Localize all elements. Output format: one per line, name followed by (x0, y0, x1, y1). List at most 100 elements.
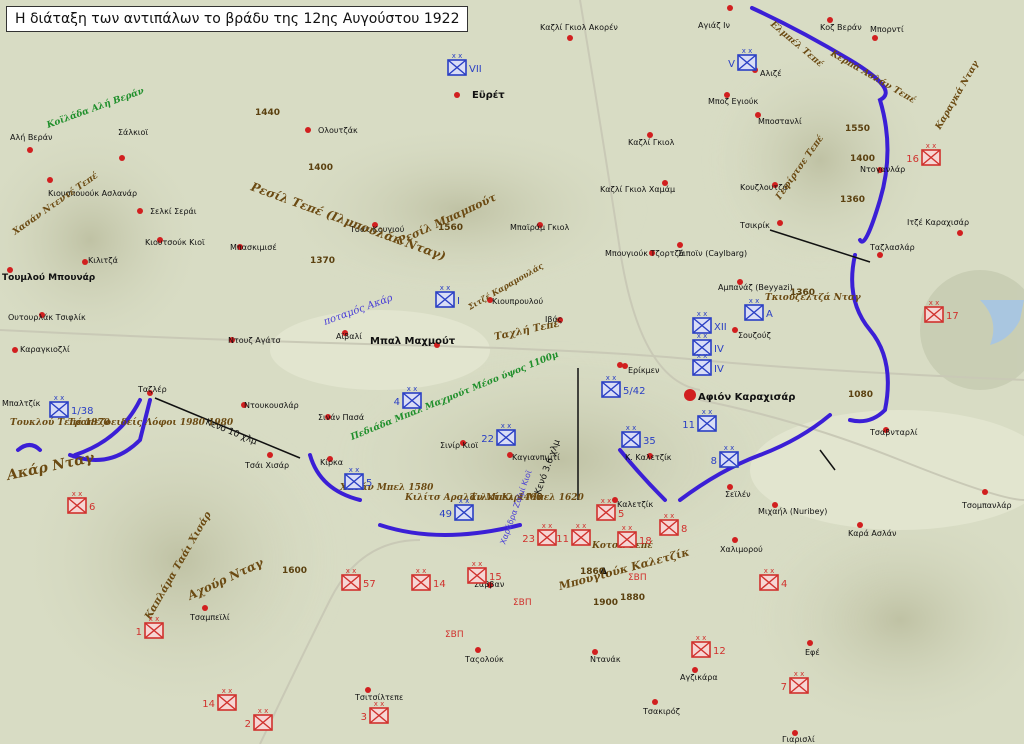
elevation: 1440 (255, 108, 280, 118)
unit-label: 12 (713, 646, 726, 657)
town-label: Ιτζέ Καραχισάρ (907, 217, 969, 227)
svg-text:x x: x x (149, 615, 160, 623)
svg-text:x x: x x (926, 142, 937, 150)
town-label: Μπασκιμισέ (230, 242, 277, 252)
terrain-label: Τιλκί Κιρί Μπελ 1620 (470, 492, 584, 503)
town-label: Αϊβαλί (336, 332, 362, 341)
svg-text:x x: x x (764, 567, 775, 575)
town-label: Μπαϊράμ Γκιολ (510, 223, 569, 232)
town-label: Αγζικάρα (680, 673, 718, 682)
unit-label: 1/38 (71, 406, 93, 417)
unit-label: I (457, 296, 460, 307)
town-label: Τσικρίκ (739, 221, 770, 230)
town-label: Μποστανλί (758, 117, 802, 126)
town-label: Σάλκιοϊ (118, 128, 148, 137)
town-label: Κιουπρουλού (492, 296, 544, 306)
svg-text:x x: x x (374, 700, 385, 708)
town-label: Σινίρ Κιοϊ (440, 441, 478, 450)
town-label: Τσακιρόζ (642, 706, 680, 716)
unit-label: 1 (136, 627, 142, 638)
unit-label: 15 (489, 572, 502, 583)
svg-text:x x: x x (794, 670, 805, 678)
town-label: Τσομπανλάρ (961, 501, 1012, 510)
unit-label: IV (714, 344, 724, 355)
unit-label: IV (714, 364, 724, 375)
unit-label: 3 (361, 712, 367, 723)
unit-label: 5 (366, 478, 372, 489)
elevation: 1400 (308, 163, 333, 173)
town-label: Ταζλέρ (137, 384, 167, 394)
unit-label: 8 (681, 524, 687, 535)
elevation: 1360 (840, 195, 865, 205)
unit-label: 11 (682, 420, 695, 431)
svg-text:x x: x x (697, 332, 708, 340)
town-label: Γιαρισλί (782, 735, 815, 744)
svg-text:x x: x x (542, 522, 553, 530)
town-label: Κ. Καλετζίκ (625, 453, 672, 462)
elevation: 1370 (310, 256, 335, 266)
elevation: 1400 (850, 154, 875, 164)
svg-text:x x: x x (349, 466, 360, 474)
town-label: Εφέ (805, 647, 820, 657)
svg-text:x x: x x (606, 374, 617, 382)
town-label: Ολουτζάκ (318, 126, 358, 135)
svg-text:x x: x x (742, 47, 753, 55)
svg-text:x x: x x (576, 522, 587, 530)
town-label: Καζλί Γκιολ (628, 138, 675, 147)
svg-text:x x: x x (929, 299, 940, 307)
unit-label: 11 (556, 534, 569, 545)
svg-text:x x: x x (416, 567, 427, 575)
elevation: 1560 (438, 223, 463, 233)
unit-label: 17 (946, 311, 959, 322)
town-label: Σεϊλέν (725, 489, 751, 499)
town-label: Μπουγιούκ Τζορτζά (605, 248, 684, 258)
svg-text:x x: x x (702, 408, 713, 416)
unit-label: XII (714, 322, 727, 333)
town-label: Αμπανάζ (Beyyazi) (718, 283, 793, 292)
svg-text:x x: x x (54, 394, 65, 402)
unit-label: 57 (363, 579, 376, 590)
svg-text:x x: x x (749, 297, 760, 305)
unit-label: 8 (711, 456, 717, 467)
svg-text:x x: x x (622, 524, 633, 532)
elevation: 1600 (282, 566, 307, 576)
unit-label: 23 (522, 534, 535, 545)
town-label: Εϋρέτ (472, 89, 505, 101)
svg-text:x x: x x (626, 424, 637, 432)
unit-label: A (766, 309, 773, 320)
map-title: Η διάταξη των αντιπάλων το βράδυ της 12η… (6, 6, 469, 32)
town-label: Καζλί Γκιολ Ακορέν (540, 22, 618, 32)
town-label: Μιχαήλ (Nuribey) (758, 507, 827, 516)
town-label: Σιποϊν (Caylbarg) (678, 249, 747, 258)
town-label: Αλή Βεράν (10, 133, 53, 142)
svg-text:x x: x x (407, 385, 418, 393)
town-label: Τσάι Χισάρ (244, 461, 289, 470)
unit-label: 35 (643, 436, 656, 447)
town-label: Μποζ Εγιούκ (708, 96, 759, 106)
town-label: Τσαβνταρλί (869, 428, 918, 437)
svg-text:x x: x x (697, 352, 708, 360)
unit-label: 4 (781, 579, 787, 590)
unit-label: 4 (394, 397, 400, 408)
unit-label: V (728, 59, 735, 70)
elevation: 1360 (790, 288, 815, 298)
town-label: Σινάν Πασά (318, 413, 364, 422)
annotation: ΣΒΠ (628, 573, 647, 583)
town-label: Ταςολούκ (464, 654, 504, 664)
town-label: Αλιζέ (760, 68, 782, 78)
svg-text:x x: x x (696, 634, 707, 642)
svg-text:x x: x x (346, 567, 357, 575)
town-label: Ουτουρλάκ Τσιφλίκ (8, 313, 86, 322)
town-label: Χαλιμορού (720, 544, 763, 554)
town-label: Καρά Ασλάν (848, 529, 897, 538)
svg-text:x x: x x (459, 497, 470, 505)
town-label: Καραγκιοζλί (20, 345, 70, 354)
town-label: Κοζ Βεράν (820, 23, 862, 32)
svg-text:x x: x x (664, 512, 675, 520)
unit-label: 49 (439, 509, 452, 520)
town-label: Τσαμπεϊλί (189, 613, 230, 622)
unit-label: 5/42 (623, 386, 645, 397)
town-label: Μπορντί (870, 25, 904, 34)
town-label: Κιλιτζά (88, 256, 118, 265)
map-canvas: Καζλί Γκιολ Ακορέν Αγιάζ Ιν Κοζ Βεράν Μπ… (0, 0, 1024, 744)
